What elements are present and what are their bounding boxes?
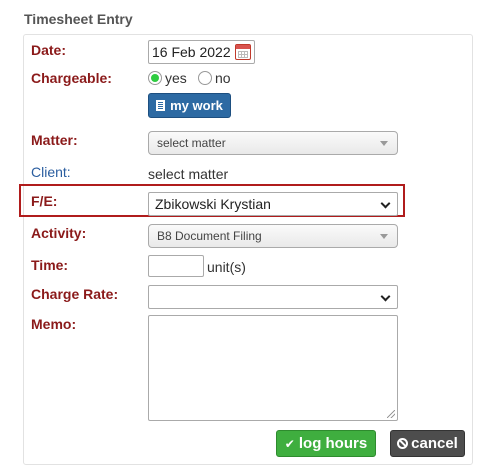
date-label: Date:	[31, 42, 67, 58]
chargeable-no-radio[interactable]	[198, 71, 212, 85]
section-title: Timesheet Entry	[24, 11, 133, 27]
log-hours-label: log hours	[298, 435, 368, 452]
date-input[interactable]: 16 Feb 2022	[148, 40, 255, 64]
dropdown-arrow-icon	[380, 234, 388, 239]
resize-handle-icon[interactable]	[387, 410, 395, 418]
cancel-label: cancel	[411, 435, 458, 452]
time-label: Time:	[31, 257, 69, 273]
list-icon	[156, 100, 166, 111]
chargeable-no-label: no	[215, 70, 231, 86]
charge-rate-select[interactable]	[148, 285, 398, 309]
charge-rate-label: Charge Rate:	[31, 286, 119, 302]
calendar-icon[interactable]	[235, 44, 251, 60]
my-work-label: my work	[170, 98, 223, 113]
cancel-button[interactable]: cancel	[390, 430, 465, 457]
chargeable-no-option[interactable]: no	[198, 69, 231, 87]
check-icon: ✔	[284, 436, 295, 451]
memo-textarea[interactable]	[148, 315, 398, 421]
matter-select[interactable]: select matter	[148, 131, 398, 155]
activity-select-value: B8 Document Filing	[157, 229, 262, 243]
client-label: Client:	[31, 164, 71, 180]
chargeable-yes-label: yes	[165, 70, 187, 86]
chevron-down-icon	[380, 198, 391, 209]
activity-label: Activity:	[31, 225, 87, 241]
client-value: select matter	[148, 166, 229, 182]
matter-select-value: select matter	[157, 136, 226, 150]
time-input[interactable]	[148, 255, 204, 277]
chargeable-yes-option[interactable]: yes	[148, 69, 187, 87]
memo-label: Memo:	[31, 316, 77, 332]
fe-select-value: Zbikowski Krystian	[155, 196, 271, 212]
time-unit: unit(s)	[207, 259, 246, 275]
activity-select[interactable]: B8 Document Filing	[148, 224, 398, 248]
log-hours-button[interactable]: ✔ log hours	[276, 430, 376, 457]
date-value: 16 Feb 2022	[152, 44, 231, 60]
fe-label: F/E:	[31, 193, 58, 209]
fe-select[interactable]: Zbikowski Krystian	[148, 192, 398, 216]
matter-label: Matter:	[31, 132, 78, 148]
my-work-button[interactable]: my work	[148, 93, 231, 118]
chevron-down-icon	[380, 291, 391, 302]
chargeable-yes-radio[interactable]	[148, 71, 162, 85]
ban-icon	[397, 438, 409, 449]
dropdown-arrow-icon	[380, 141, 388, 146]
chargeable-label: Chargeable:	[31, 70, 112, 86]
